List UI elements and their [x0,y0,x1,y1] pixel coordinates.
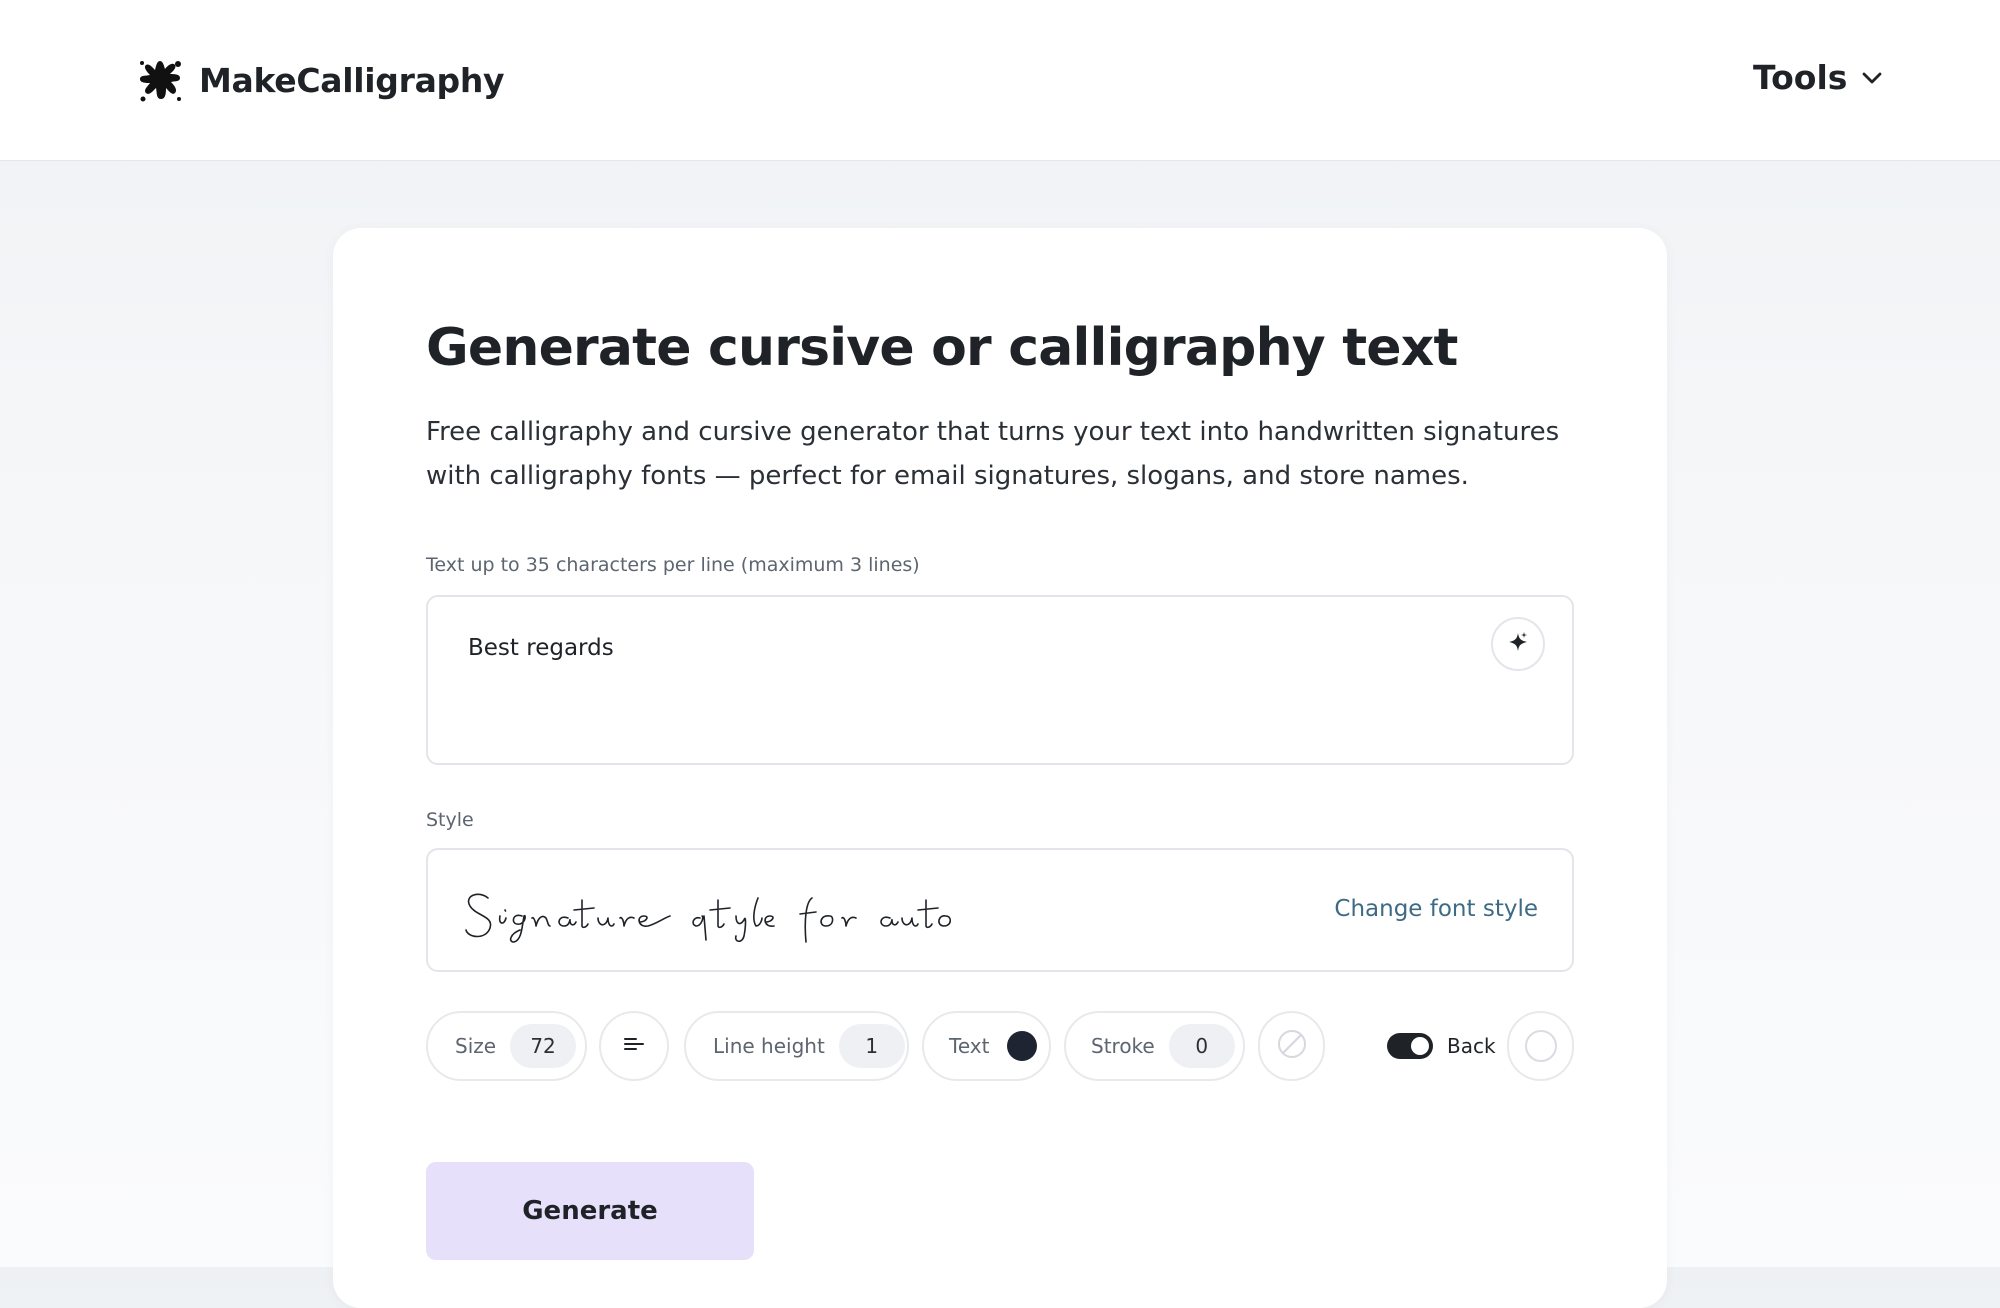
line-height-label: Line height [713,1034,825,1058]
generator-card: Generate cursive or calligraphy text Fre… [333,228,1667,1308]
chevron-down-icon [1847,65,1885,91]
background-color-button[interactable] [1507,1011,1574,1081]
tools-menu-label: Tools [1753,58,1848,97]
stroke-control[interactable]: Stroke 0 [1064,1011,1245,1081]
site-header: MakeCalligraphy Tools [0,0,2000,161]
sparkle-icon [1507,631,1529,657]
size-input[interactable]: 72 [510,1024,577,1068]
change-font-style-link[interactable]: Change font style [1334,896,1538,922]
stroke-label: Stroke [1091,1034,1155,1058]
background-control: Back [1387,1011,1496,1081]
background-color-swatch [1524,1030,1557,1062]
line-height-input[interactable]: 1 [838,1024,905,1068]
page-description: Free calligraphy and cursive generator t… [426,417,1560,491]
text-color-control[interactable]: Text [922,1011,1051,1081]
ink-splat-icon [135,55,185,105]
text-color-label: Text [949,1034,990,1058]
background-toggle[interactable] [1387,1033,1433,1059]
align-left-icon [622,1032,646,1061]
text-align-button[interactable] [599,1011,669,1081]
brand-logo[interactable]: MakeCalligraphy [135,55,505,105]
size-control[interactable]: Size 72 [426,1011,587,1081]
style-selector[interactable]: Change font style [426,848,1574,972]
stroke-input[interactable]: 0 [1168,1024,1235,1068]
background-label: Back [1447,1034,1496,1058]
style-preview-signature [460,880,960,946]
stroke-color-button[interactable] [1258,1011,1325,1081]
text-input-value[interactable]: Best regards [468,635,614,661]
generate-button[interactable]: Generate [426,1162,754,1260]
ai-suggest-button[interactable] [1491,617,1545,671]
brand-name: MakeCalligraphy [199,60,505,100]
size-label: Size [455,1034,497,1058]
page-title: Generate cursive or calligraphy text [426,318,1458,378]
toggle-knob [1411,1037,1429,1055]
style-field-label: Style [426,809,474,831]
tools-menu[interactable]: Tools [1753,58,1885,97]
text-input[interactable]: Best regards [426,595,1574,765]
line-height-control[interactable]: Line height 1 [684,1011,909,1081]
text-color-swatch[interactable] [1007,1031,1038,1061]
text-field-label: Text up to 35 characters per line (maxim… [426,554,920,576]
no-color-icon [1276,1028,1308,1065]
